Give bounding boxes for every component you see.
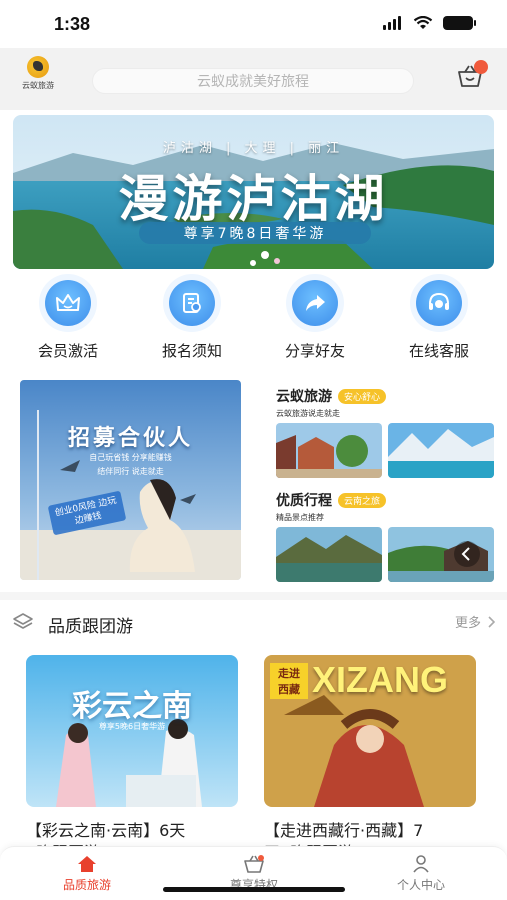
card-image-title: XIZANG: [312, 659, 449, 700]
promo-line-1: 自己玩省钱 分享能赚钱: [89, 453, 172, 462]
more-label: 更多: [454, 616, 481, 631]
promo-title: 招募合伙人: [67, 426, 193, 451]
status-bar: 1:38: [0, 0, 507, 48]
search-input[interactable]: 云蚁成就美好旅程: [92, 68, 414, 94]
section-header: 品质跟团游 更多: [0, 600, 507, 646]
partner-recruit-banner[interactable]: 招募合伙人 自己玩省钱 分享能赚钱 结伴同行 说走就走 创业0风险 边玩边赚钱: [20, 380, 241, 580]
promo-scenery: [20, 380, 241, 580]
block-subtitle: 云蚁旅游说走就走: [276, 409, 340, 418]
document-icon: [169, 280, 215, 326]
tab-label: 品质旅游: [62, 878, 111, 892]
thumb-old-town[interactable]: [276, 423, 382, 478]
cart-badge: [474, 60, 488, 74]
tour-card-title: 【走进西藏行·西藏】7: [264, 821, 424, 839]
crown-icon: [45, 280, 91, 326]
tour-card[interactable]: 走进西藏 XIZANG 【走进西藏行·西藏】7 天6晚跟团游: [264, 655, 476, 851]
tab-label: 个人中心: [396, 878, 445, 892]
quick-item-online-service[interactable]: 在线客服: [384, 280, 494, 361]
quick-item-share-friends[interactable]: 分享好友: [260, 280, 370, 361]
thumb-mountain-lake[interactable]: [276, 527, 382, 582]
quick-item-member-activation[interactable]: 会员激活: [13, 280, 123, 361]
block-yunyi-travel[interactable]: 云蚁旅游 安心舒心 云蚁旅游说走就走: [276, 386, 494, 478]
layers-icon: [13, 613, 33, 629]
quick-label: 会员激活: [37, 342, 98, 360]
section-more-link[interactable]: 更多: [455, 612, 495, 631]
status-time: 1:38: [54, 14, 91, 34]
block-quality-itinerary[interactable]: 优质行程 云南之旅 精品景点推荐: [276, 490, 494, 582]
cart-button[interactable]: [456, 60, 488, 88]
quick-label: 报名须知: [161, 342, 222, 360]
chevron-left-icon[interactable]: [454, 541, 480, 567]
thumb-village[interactable]: [388, 527, 494, 582]
hero-banner[interactable]: 泸沽湖 | 大理 | 丽江 漫游泸沽湖 尊享7晚8日奢华游: [13, 115, 494, 269]
banner-subtitle: 泸沽湖 | 大理 | 丽江: [162, 141, 345, 156]
card-image-subtitle: 尊享5晚6日奢华游: [98, 722, 166, 731]
search-placeholder: 云蚁成就美好旅程: [197, 74, 309, 90]
quick-item-registration-notice[interactable]: 报名须知: [137, 280, 247, 361]
logo-text: 云蚁旅游: [22, 81, 54, 90]
app-header: 云蚁旅游 云蚁成就美好旅程: [0, 48, 507, 110]
battery-icon: [443, 16, 476, 30]
wifi-icon: [413, 16, 433, 29]
block-title: 云蚁旅游: [276, 389, 332, 405]
tour-card-title: 【彩云之南·云南】6天: [26, 821, 186, 839]
chevron-right-icon: [488, 615, 495, 628]
block-pill: 安心舒心: [338, 388, 387, 404]
block-title: 优质行程: [276, 493, 332, 509]
tour-card-image: 彩云之南 尊享5晚6日奢华游: [26, 655, 238, 807]
tour-card-image: 走进西藏 XIZANG: [264, 655, 476, 807]
tab-profile[interactable]: 个人中心: [361, 855, 481, 893]
block-pill: 云南之旅: [338, 492, 387, 508]
app-logo: 云蚁旅游: [20, 56, 56, 100]
quick-label: 在线客服: [408, 342, 469, 360]
promo-line-2: 结伴同行 说走就走: [97, 467, 164, 476]
quick-actions: 会员激活 报名须知 分享好友 在线客服: [0, 280, 507, 360]
block-subtitle: 精品景点推荐: [276, 513, 324, 522]
user-icon: [413, 855, 429, 873]
signal-icon: [383, 16, 401, 30]
headset-icon: [416, 280, 462, 326]
basket-icon: [244, 855, 264, 873]
thumb-snow-mountain[interactable]: [388, 423, 494, 478]
card-image-sub: 走进西藏: [270, 663, 308, 699]
section-divider: [0, 592, 507, 600]
card-image-title: 彩云之南: [72, 689, 192, 724]
banner-tag: 尊享7晚8日奢华游: [139, 222, 371, 244]
tab-quality-travel[interactable]: 品质旅游: [27, 855, 147, 893]
status-icons: [383, 16, 476, 30]
section-title: 品质跟团游: [48, 617, 133, 637]
banner-title: 漫游泸沽湖: [118, 169, 389, 228]
share-icon: [292, 280, 338, 326]
home-icon: [78, 856, 96, 872]
home-indicator: [163, 887, 345, 892]
quick-label: 分享好友: [284, 342, 345, 360]
logo-mark-icon: [27, 56, 49, 78]
tour-card[interactable]: 彩云之南 尊享5晚6日奢华游 【彩云之南·云南】6天 5晚跟团游: [26, 655, 238, 851]
